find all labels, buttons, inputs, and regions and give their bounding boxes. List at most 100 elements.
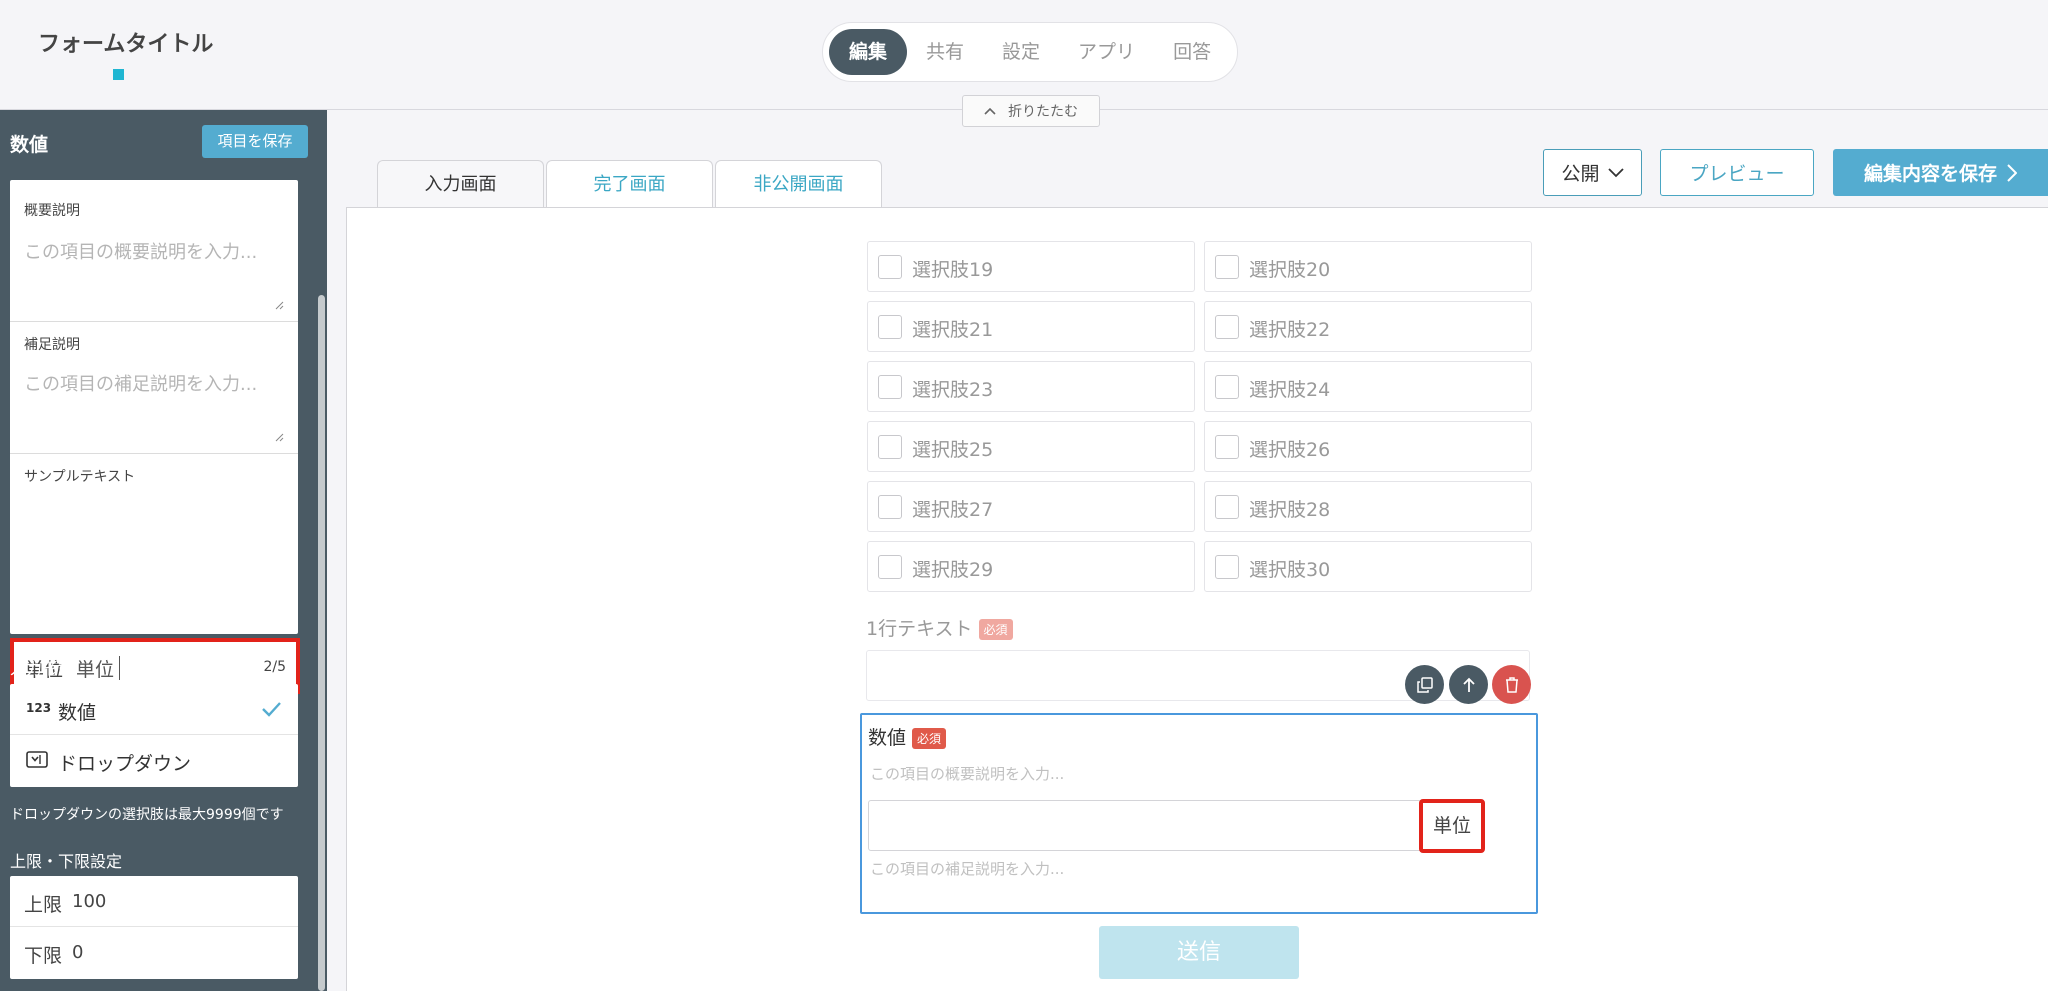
checkbox[interactable] — [1215, 315, 1239, 339]
checkbox[interactable] — [1215, 435, 1239, 459]
duplicate-button[interactable] — [1405, 665, 1444, 704]
chevron-down-icon — [1607, 167, 1624, 177]
choice-item[interactable]: 選択肢23 — [867, 361, 1195, 412]
sample-text-label: サンプルテキスト — [24, 469, 136, 485]
checkbox[interactable] — [1215, 375, 1239, 399]
limits-label: 上限・下限設定 — [10, 852, 123, 871]
copy-icon — [1416, 676, 1433, 693]
unit-suffix: 単位 — [1419, 799, 1485, 853]
arrow-up-icon — [1462, 677, 1475, 692]
tab-responses[interactable]: 回答 — [1154, 29, 1230, 75]
publish-select[interactable]: 公開 — [1543, 149, 1642, 196]
input-format-list: 123 数値 ドロップダウン — [10, 684, 298, 787]
checkbox[interactable] — [1215, 255, 1239, 279]
choice-item[interactable]: 選択肢28 — [1204, 481, 1532, 532]
question-title: 1行テキスト — [866, 618, 973, 640]
checkbox[interactable] — [1215, 555, 1239, 579]
tab-input-screen[interactable]: 入力画面 — [377, 160, 544, 209]
choice-item[interactable]: 選択肢21 — [867, 301, 1195, 352]
title-indicator — [113, 69, 124, 80]
choice-label: 選択肢27 — [912, 499, 994, 521]
choice-item[interactable]: 選択肢25 — [867, 421, 1195, 472]
supplement-field: 補足説明 この項目の補足説明を入力... — [10, 322, 298, 454]
app-header: フォームタイトル 編集 共有 設定 アプリ 回答 — [0, 0, 2048, 110]
save-edits-button[interactable]: 編集内容を保存 — [1833, 149, 2048, 196]
choice-item[interactable]: 選択肢30 — [1204, 541, 1532, 592]
format-option-number[interactable]: 123 数値 — [10, 684, 298, 735]
upper-limit-label: 上限 — [24, 894, 63, 916]
tab-edit[interactable]: 編集 — [829, 29, 908, 75]
supplement-label: 補足説明 — [24, 337, 80, 353]
tab-app[interactable]: アプリ — [1059, 29, 1154, 75]
number-supplement-placeholder: この項目の補足説明を入力... — [870, 860, 1065, 878]
checkmark-icon — [262, 702, 281, 717]
publish-label: 公開 — [1561, 163, 1600, 185]
resize-handle-icon[interactable] — [274, 432, 284, 442]
limits-list: 上限 100 下限 0 — [10, 876, 298, 979]
choice-item[interactable]: 選択肢19 — [867, 241, 1195, 292]
tab-share[interactable]: 共有 — [907, 29, 983, 75]
supplement-input[interactable]: この項目の補足説明を入力... — [24, 370, 257, 396]
sidebar-title: 数値 — [10, 134, 49, 156]
sample-text-field[interactable]: サンプルテキスト — [10, 454, 298, 634]
resize-handle-icon[interactable] — [274, 300, 284, 310]
choice-item[interactable]: 選択肢26 — [1204, 421, 1532, 472]
number-question-block[interactable]: 数値 必須 この項目の概要説明を入力... 単位 この項目の補足説明を入力... — [860, 713, 1538, 914]
choice-label: 選択肢24 — [1249, 379, 1331, 401]
tab-complete-screen[interactable]: 完了画面 — [546, 160, 713, 208]
required-badge: 必須 — [912, 728, 947, 749]
choice-item[interactable]: 選択肢22 — [1204, 301, 1532, 352]
choice-item[interactable]: 選択肢24 — [1204, 361, 1532, 412]
checkbox[interactable] — [878, 315, 902, 339]
choice-label: 選択肢20 — [1249, 259, 1331, 281]
checkbox[interactable] — [878, 495, 902, 519]
tab-settings[interactable]: 設定 — [983, 29, 1059, 75]
choice-item[interactable]: 選択肢20 — [1204, 241, 1532, 292]
dropdown-note: ドロップダウンの選択肢は最大9999個です — [10, 807, 284, 823]
delete-button[interactable] — [1492, 665, 1531, 704]
question-title: 数値 — [868, 727, 907, 749]
format-option-dropdown[interactable]: ドロップダウン — [10, 735, 298, 786]
move-up-button[interactable] — [1449, 665, 1488, 704]
choice-item[interactable]: 選択肢27 — [867, 481, 1195, 532]
required-badge: 必須 — [978, 619, 1013, 640]
number-summary-placeholder: この項目の概要説明を入力... — [870, 765, 1065, 783]
number-question-label: 数値 必須 — [868, 723, 947, 750]
text-question-label: 1行テキスト 必須 — [866, 614, 1013, 641]
preview-button[interactable]: プレビュー — [1660, 149, 1814, 196]
save-field-button[interactable]: 項目を保存 — [202, 125, 308, 158]
choice-label: 選択肢21 — [912, 319, 994, 341]
checkbox[interactable] — [878, 255, 902, 279]
collapse-label: 折りたたむ — [1008, 104, 1078, 120]
checkbox[interactable] — [878, 555, 902, 579]
choice-label: 選択肢26 — [1249, 439, 1331, 461]
trash-icon — [1505, 676, 1518, 693]
chevron-up-icon — [984, 107, 996, 115]
checkbox[interactable] — [878, 375, 902, 399]
checkbox[interactable] — [1215, 495, 1239, 519]
lower-limit-field[interactable]: 下限 0 — [10, 927, 298, 978]
choice-label: 選択肢25 — [912, 439, 994, 461]
upper-limit-input[interactable]: 100 — [72, 891, 106, 912]
choice-label: 選択肢19 — [912, 259, 994, 281]
checkbox[interactable] — [878, 435, 902, 459]
unit-input[interactable]: 単位 — [76, 655, 114, 682]
unit-char-count: 2/5 — [263, 659, 286, 675]
sidebar-scrollbar[interactable] — [318, 295, 325, 991]
collapse-button[interactable]: 折りたたむ — [962, 95, 1100, 127]
submit-button[interactable]: 送信 — [1099, 926, 1299, 979]
summary-input[interactable]: この項目の概要説明を入力... — [24, 238, 257, 264]
chevron-right-icon — [2007, 163, 2017, 182]
number-input[interactable] — [868, 800, 1422, 851]
text-caret — [119, 656, 120, 680]
field-properties-card: 概要説明 この項目の概要説明を入力... 補足説明 この項目の補足説明を入力..… — [10, 180, 298, 634]
upper-limit-field[interactable]: 上限 100 — [10, 876, 298, 927]
choice-label: 選択肢28 — [1249, 499, 1331, 521]
tab-private-screen[interactable]: 非公開画面 — [715, 160, 882, 208]
lower-limit-input[interactable]: 0 — [72, 942, 83, 963]
choice-label: 選択肢22 — [1249, 319, 1331, 341]
choice-item[interactable]: 選択肢29 — [867, 541, 1195, 592]
input-format-label: 入力形式 — [10, 659, 75, 678]
form-title[interactable]: フォームタイトル — [38, 26, 213, 58]
choice-label: 選択肢30 — [1249, 559, 1331, 581]
